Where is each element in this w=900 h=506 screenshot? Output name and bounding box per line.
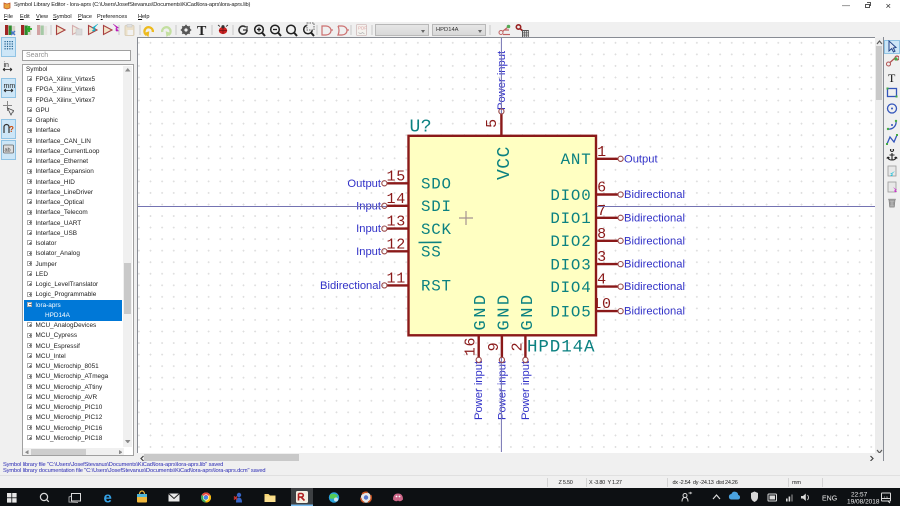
svg-text:ANT: ANT [561,151,592,169]
svg-text:SDI: SDI [421,198,452,216]
svg-text:10: 10 [884,495,889,500]
svg-text:GND: GND [519,292,538,330]
svg-text:Bidirectional: Bidirectional [624,306,685,318]
svg-text:ab: ab [5,147,11,153]
svg-text:2: 2 [509,342,526,352]
svg-text:T: T [197,24,207,38]
svg-text:Bidirectional: Bidirectional [624,281,685,293]
svg-text:Bidirectional: Bidirectional [624,235,685,247]
svg-text:DIO0: DIO0 [550,187,591,205]
svg-text:9: 9 [486,342,503,352]
svg-text:RST: RST [421,278,452,296]
svg-text:HPD14A: HPD14A [527,338,595,358]
svg-text:16: 16 [463,337,480,357]
svg-text:Bidirectional: Bidirectional [624,189,685,201]
svg-text:Output: Output [624,153,658,165]
svg-text:?: ? [9,125,14,134]
svg-text:19/08/2018: 19/08/2018 [847,499,880,506]
svg-text:PDF: PDF [358,26,367,31]
svg-text:DIO3: DIO3 [550,256,591,274]
svg-text:Input: Input [356,223,382,235]
svg-text:Power input: Power input [473,360,485,420]
svg-text:Bidirectional: Bidirectional [320,280,381,292]
svg-text:SCK: SCK [421,221,452,239]
svg-text:Power input: Power input [496,360,508,420]
svg-text:e: e [104,490,112,506]
svg-text:DIO2: DIO2 [550,233,591,251]
svg-text:22:57: 22:57 [851,492,868,499]
svg-text:DIO1: DIO1 [550,210,591,228]
svg-text:DIO5: DIO5 [550,303,591,321]
svg-text:SS: SS [421,244,442,262]
svg-text:GND: GND [495,292,514,330]
svg-text:Bidirectional: Bidirectional [624,259,685,271]
svg-text:GND: GND [472,292,491,330]
svg-text:5: 5 [484,118,501,128]
svg-text:Power input: Power input [520,360,532,420]
svg-text:in: in [4,62,10,69]
svg-text:Output: Output [347,178,381,190]
svg-text:DIO4: DIO4 [550,279,591,297]
svg-text:VCC: VCC [495,146,515,180]
svg-text:T: T [888,71,896,84]
svg-text:Power input: Power input [496,50,508,110]
svg-text:ENG: ENG [822,496,837,503]
svg-text:Input: Input [356,246,382,258]
svg-text:mm: mm [4,83,16,90]
svg-text:Bidirectional: Bidirectional [624,212,685,224]
svg-text:U?: U? [410,118,433,138]
svg-text:SDO: SDO [421,176,452,194]
